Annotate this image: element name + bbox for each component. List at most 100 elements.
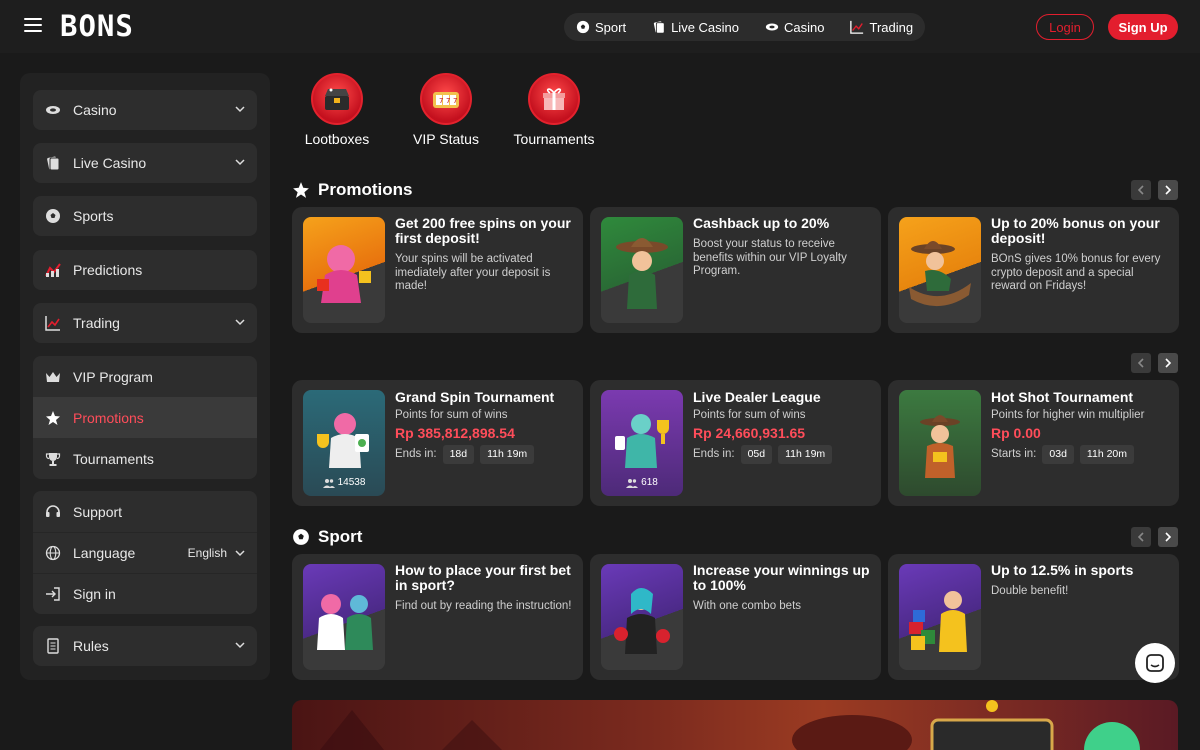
banner-image xyxy=(320,700,1140,750)
sidebar-item-live-casino[interactable]: Live Casino xyxy=(33,143,257,183)
prize-amount: Rp 0.00 xyxy=(991,425,1041,441)
casino-chip-icon xyxy=(765,23,779,31)
sidebar-item-predictions[interactable]: Predictions xyxy=(33,250,257,290)
quick-link-lootboxes[interactable]: Lootboxes xyxy=(287,73,387,147)
tournament-sub: Points for higher win multiplier xyxy=(991,409,1145,421)
sport-card-desc: With one combo bets xyxy=(693,600,802,612)
tournament-sub: Points for sum of wins xyxy=(693,409,806,421)
tournament-image: 14538 xyxy=(303,390,385,496)
sign-in-icon xyxy=(45,586,61,602)
sidebar-item-vip[interactable]: VIP Program xyxy=(33,356,257,397)
tournament-sub: Points for sum of wins xyxy=(395,409,508,421)
nav-sport[interactable]: Sport xyxy=(576,20,626,35)
tournament-card[interactable]: Hot Shot Tournament Points for higher wi… xyxy=(888,380,1179,506)
sidebar-item-tournaments[interactable]: Tournaments xyxy=(33,438,257,479)
sidebar-item-trading[interactable]: Trading xyxy=(33,303,257,343)
login-button[interactable]: Login xyxy=(1036,14,1094,40)
tournaments-arrows xyxy=(1131,353,1178,373)
tournament-card[interactable]: 14538 Grand Spin Tournament Points for s… xyxy=(292,380,583,506)
sport-card-title: Increase your winnings up to 100% xyxy=(693,562,870,593)
timer-days: 05d xyxy=(740,445,773,464)
players-count: 14538 xyxy=(303,477,385,488)
users-icon xyxy=(626,478,639,488)
timer-days: 03d xyxy=(1042,445,1074,464)
timer-label: Ends in: xyxy=(693,448,735,460)
quick-link-label: VIP Status xyxy=(413,131,479,147)
timer-label: Ends in: xyxy=(395,448,437,460)
trophy-icon xyxy=(45,451,61,467)
timer-hours: 11h 19m xyxy=(778,445,833,464)
sidebar-group-rewards: VIP Program Promotions Tournaments xyxy=(33,356,257,479)
promotions-arrows xyxy=(1131,180,1178,200)
quick-link-tournaments[interactable]: Tournaments xyxy=(504,73,604,147)
sidebar-item-support[interactable]: Support xyxy=(33,491,257,532)
signup-button[interactable]: Sign Up xyxy=(1108,14,1178,40)
sport-card-title: Up to 12.5% in sports xyxy=(991,562,1134,578)
chat-button[interactable] xyxy=(1135,643,1175,683)
chart-icon xyxy=(850,20,864,34)
globe-icon xyxy=(45,545,61,561)
nav-live-casino[interactable]: Live Casino xyxy=(652,20,739,35)
quick-link-label: Lootboxes xyxy=(304,131,370,147)
tournament-info: Grand Spin Tournament Points for sum of … xyxy=(395,390,573,464)
promo-card[interactable]: Get 200 free spins on your first deposit… xyxy=(292,207,583,333)
promo-title: Get 200 free spins on your first deposit… xyxy=(395,215,571,246)
headset-icon xyxy=(45,504,61,520)
hero-banner[interactable] xyxy=(292,700,1178,750)
promo-desc: Your spins will be activated imediately … xyxy=(395,253,551,292)
quick-link-vip-status[interactable]: 777 VIP Status xyxy=(396,73,496,147)
promo-title: Cashback up to 20% xyxy=(693,215,830,231)
cards-icon xyxy=(653,21,665,34)
chevron-down-icon xyxy=(235,159,245,166)
sport-card[interactable]: How to place your first bet in sport? Fi… xyxy=(292,554,583,680)
star-icon xyxy=(45,410,61,426)
nav-casino-label: Casino xyxy=(784,19,825,35)
next-arrow-button[interactable] xyxy=(1158,353,1178,373)
promotions-title: Promotions xyxy=(292,180,412,200)
prev-arrow-button[interactable] xyxy=(1131,180,1151,200)
sidebar-item-label: Tournaments xyxy=(73,450,154,467)
soccer-ball-icon xyxy=(45,208,61,224)
players-count-value: 618 xyxy=(641,477,658,488)
tournament-card[interactable]: 618 Live Dealer League Points for sum of… xyxy=(590,380,881,506)
svg-text:7: 7 xyxy=(453,97,457,105)
players-count-value: 14538 xyxy=(337,477,366,488)
sidebar-item-sports[interactable]: Sports xyxy=(33,196,257,236)
tournament-info: Hot Shot Tournament Points for higher wi… xyxy=(991,390,1169,464)
next-arrow-button[interactable] xyxy=(1158,527,1178,547)
chart-icon xyxy=(45,315,61,331)
nav-trading-label: Trading xyxy=(869,19,914,35)
sidebar-item-promotions[interactable]: Promotions xyxy=(33,397,257,438)
sport-title: Sport xyxy=(292,527,362,547)
timer-hours: 11h 20m xyxy=(1079,445,1135,464)
sidebar-item-label: Casino xyxy=(73,102,117,118)
sidebar-item-casino[interactable]: Casino xyxy=(33,90,257,130)
promo-card[interactable]: Cashback up to 20% Boost your status to … xyxy=(590,207,881,333)
prev-arrow-button[interactable] xyxy=(1131,353,1151,373)
logo[interactable]: BONS xyxy=(60,11,134,41)
lootbox-icon xyxy=(311,73,363,125)
timer-days: 18d xyxy=(442,445,475,464)
prev-arrow-button[interactable] xyxy=(1131,527,1151,547)
next-arrow-button[interactable] xyxy=(1158,180,1178,200)
sport-card-desc: Double benefit! xyxy=(991,585,1069,597)
prize-amount: Rp 24,660,931.65 xyxy=(693,425,806,441)
sport-card[interactable]: Increase your winnings up to 100% With o… xyxy=(590,554,881,680)
nav-casino[interactable]: Casino xyxy=(765,20,824,35)
tournament-title: Hot Shot Tournament xyxy=(991,389,1134,405)
sidebar-item-rules[interactable]: Rules xyxy=(33,626,257,666)
sidebar-item-sign-in[interactable]: Sign in xyxy=(33,573,257,614)
tournament-image xyxy=(899,390,981,496)
tournament-timer: Starts in: 03d 11h 20m xyxy=(991,445,1169,464)
sport-card-desc: Find out by reading the instruction! xyxy=(395,600,572,612)
promo-card[interactable]: Up to 20% bonus on your deposit! BOnS gi… xyxy=(888,207,1179,333)
top-header: BONS Sport Live Casino Casino Trading Lo… xyxy=(0,0,1200,53)
section-title-text: Promotions xyxy=(318,180,413,199)
menu-icon[interactable] xyxy=(24,18,42,32)
language-value: English xyxy=(187,546,227,560)
timer-label: Starts in: xyxy=(991,448,1037,460)
sidebar-item-language[interactable]: Language English xyxy=(33,532,257,573)
chevron-down-icon xyxy=(235,550,245,557)
nav-trading[interactable]: Trading xyxy=(850,20,913,35)
chevron-down-icon xyxy=(235,106,245,113)
